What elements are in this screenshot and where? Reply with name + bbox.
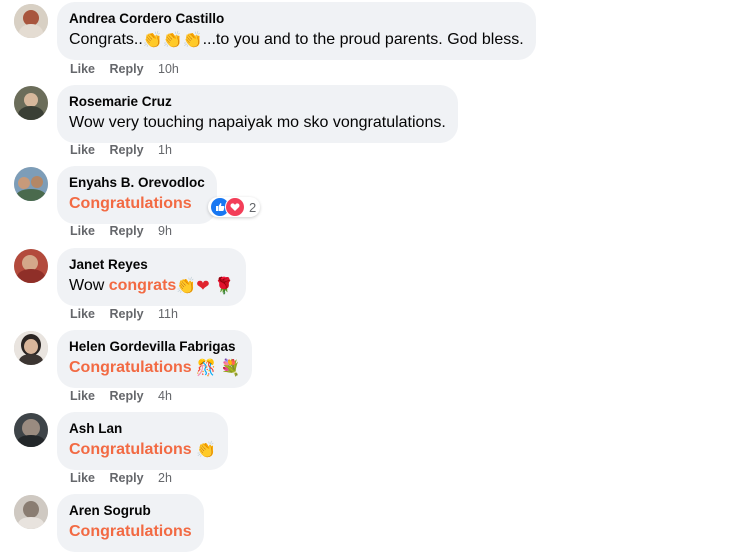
comment-text-part: Congratulations — [69, 441, 192, 458]
avatar[interactable] — [14, 4, 48, 38]
comment-author[interactable]: Enyahs B. Orevodloc — [69, 174, 205, 192]
comment-text: Congratulations 👏 — [69, 439, 216, 461]
comment-text-part: Congratulations — [69, 359, 192, 376]
like-button[interactable]: Like — [70, 224, 95, 238]
heart-emoji-icon: ❤ — [196, 278, 210, 295]
reply-button[interactable]: Reply — [110, 143, 144, 157]
comment-bubble: Ash Lan Congratulations 👏 — [57, 412, 229, 470]
comment-author[interactable]: Rosemarie Cruz — [69, 93, 446, 111]
comment-text: Congratulations 🎊 💐 — [69, 357, 240, 379]
clap-emoji-icon: 👏 — [162, 32, 183, 49]
comment-timestamp[interactable]: 1h — [158, 143, 172, 157]
avatar[interactable] — [14, 167, 48, 201]
love-reaction-icon — [225, 197, 245, 217]
comment-author[interactable]: Aren Sogrub — [69, 502, 192, 520]
confetti-emoji-icon: 🎊 — [196, 360, 217, 377]
comment-text-part: ...to you and to the proud parents. God … — [202, 31, 524, 48]
comment-bubble: Enyahs B. Orevodloc Congratulations — [57, 166, 217, 224]
comment-actions: Like Reply 10h — [70, 62, 190, 76]
like-button[interactable]: Like — [70, 307, 95, 321]
comment-actions: Like Reply 4h — [70, 389, 183, 403]
comment-text: Wow very touching napaiyak mo sko vongra… — [69, 114, 446, 131]
comment-author[interactable]: Janet Reyes — [69, 256, 234, 274]
comment-bubble: Rosemarie Cruz Wow very touching napaiya… — [57, 85, 458, 143]
comment-timestamp[interactable]: 9h — [158, 224, 172, 238]
comment-text: Congratulations — [69, 195, 192, 212]
clap-emoji-icon: 👏 — [142, 32, 163, 49]
reply-button[interactable]: Reply — [110, 471, 144, 485]
comment-text-part: Wow — [69, 277, 109, 294]
comment-actions: Like Reply 1h — [70, 143, 183, 157]
reply-button[interactable]: Reply — [110, 307, 144, 321]
comment-timestamp[interactable]: 2h — [158, 471, 172, 485]
like-button[interactable]: Like — [70, 62, 95, 76]
comment-text: Wow congrats👏❤ 🌹 — [69, 275, 234, 297]
comment-text: Congratulations — [69, 523, 192, 540]
avatar[interactable] — [14, 86, 48, 120]
clap-emoji-icon: 👏 — [176, 278, 197, 295]
reaction-summary[interactable]: 2 — [208, 197, 261, 217]
comment-bubble: Helen Gordevilla Fabrigas Congratulation… — [57, 330, 253, 388]
comment-timestamp[interactable]: 4h — [158, 389, 172, 403]
comment-actions: Like Reply 2h — [70, 471, 183, 485]
clap-emoji-icon: 👏 — [196, 442, 217, 459]
comment-actions: Like Reply 9h — [70, 224, 183, 238]
reply-button[interactable]: Reply — [110, 224, 144, 238]
comment-author[interactable]: Ash Lan — [69, 420, 216, 438]
comment-text: Congrats..👏👏👏...to you and to the proud … — [69, 29, 524, 51]
avatar[interactable] — [14, 249, 48, 283]
comment-bubble: Andrea Cordero Castillo Congrats..👏👏👏...… — [57, 2, 536, 60]
like-button[interactable]: Like — [70, 471, 95, 485]
comment-text-part: Congrats.. — [69, 31, 143, 48]
like-button[interactable]: Like — [70, 143, 95, 157]
clap-emoji-icon: 👏 — [182, 32, 203, 49]
comment-author[interactable]: Helen Gordevilla Fabrigas — [69, 338, 240, 356]
avatar[interactable] — [14, 495, 48, 529]
avatar[interactable] — [14, 331, 48, 365]
bouquet-emoji-icon: 💐 — [220, 360, 241, 377]
comment-bubble: Aren Sogrub Congratulations — [57, 494, 204, 552]
highlighted-word: congrats — [108, 277, 177, 294]
comment-author[interactable]: Andrea Cordero Castillo — [69, 10, 524, 28]
comment-timestamp[interactable]: 11h — [158, 307, 178, 321]
reaction-count: 2 — [249, 199, 257, 215]
comment-bubble: Janet Reyes Wow congrats👏❤ 🌹 — [57, 248, 246, 306]
reply-button[interactable]: Reply — [110, 62, 144, 76]
comment-actions: Like Reply 11h — [70, 307, 189, 321]
rose-emoji-icon: 🌹 — [214, 278, 234, 295]
reply-button[interactable]: Reply — [110, 389, 144, 403]
like-button[interactable]: Like — [70, 389, 95, 403]
avatar[interactable] — [14, 413, 48, 447]
comment-timestamp[interactable]: 10h — [158, 62, 179, 76]
